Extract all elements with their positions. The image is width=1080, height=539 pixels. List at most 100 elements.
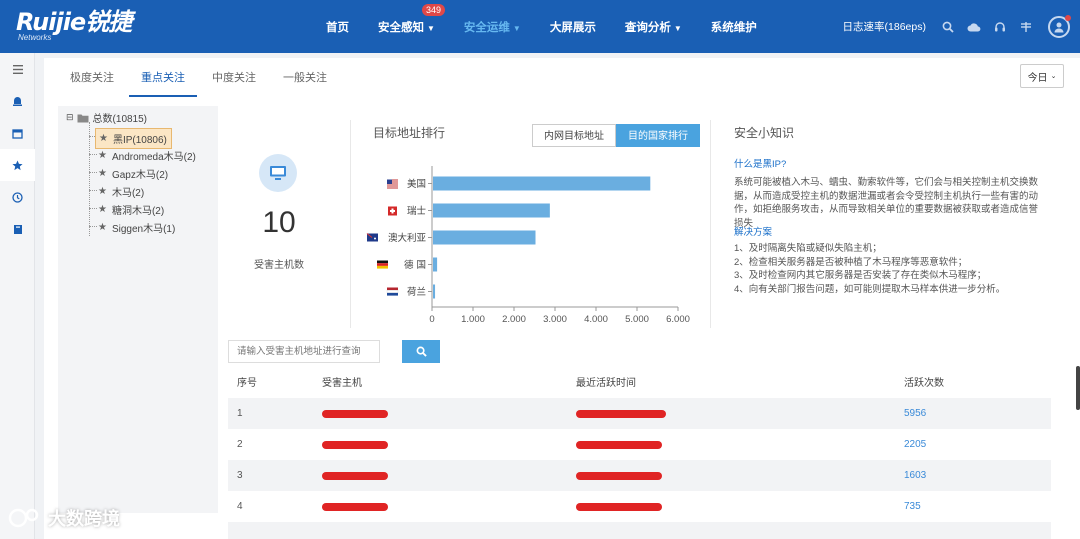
table-row[interactable]: 2 2205 (228, 429, 1051, 460)
active-count-link[interactable]: 735 (904, 501, 921, 512)
bar-澳大利亚 (433, 230, 536, 245)
solution-item: 1、及时隔离失陷或疑似失陷主机； (734, 243, 882, 254)
search-button[interactable] (402, 340, 440, 363)
category-label: 澳大利亚 (388, 232, 427, 244)
tree-node-andromeda[interactable]: ★ Andromeda木马(2) (98, 148, 196, 163)
nav-security-awareness[interactable]: 安全感知 ▼ 349 (378, 3, 446, 35)
victim-host-search-input[interactable] (228, 340, 380, 363)
solution-list: 1、及时隔离失陷或疑似失陷主机； 2、检查相关服务器是否被种植了木马程序等恶意软… (734, 242, 1054, 296)
us-flag-stripe (387, 187, 398, 189)
watermark-logo-icon (8, 508, 39, 528)
tree-node-label: 黑IP(10806) (112, 135, 167, 146)
tree-node-label: Gapz木马(2) (111, 170, 169, 181)
clock-icon[interactable] (0, 181, 35, 213)
victim-host-count: 10 (262, 206, 296, 239)
x-tick-label: 5,000 (625, 314, 649, 322)
active-count-link[interactable]: 2205 (904, 439, 926, 450)
col-active-count[interactable]: 活跃次数 (904, 374, 944, 389)
search-icon (416, 346, 427, 357)
internal-target-button[interactable]: 内网目标地址 (532, 124, 616, 147)
redacted-host (322, 440, 388, 449)
tab-extreme-attention[interactable]: 极度关注 (58, 58, 126, 97)
tip-question-link[interactable]: 什么是黑IP? (734, 156, 786, 170)
menu-icon[interactable] (0, 53, 35, 85)
settings-icon[interactable] (1018, 19, 1034, 35)
nav-system-maintenance[interactable]: 系统维护 (711, 19, 757, 35)
nav-home[interactable]: 首页 (326, 19, 349, 35)
de-flag-stripe (377, 260, 388, 264)
watermark-text: 大数跨境 (48, 509, 120, 529)
nav-home-label: 首页 (326, 21, 349, 34)
table-header: 序号 受害主机 最近活跃时间 活跃次数 (228, 366, 1051, 396)
search-icon[interactable] (940, 19, 956, 35)
x-tick-label: 3,000 (543, 314, 567, 322)
cloud-icon[interactable] (966, 19, 982, 35)
tree-node-trojan[interactable]: ★ 木马(2) (98, 184, 144, 199)
nav-query-analysis-label: 查询分析 (624, 21, 671, 34)
alarm-icon[interactable] (0, 85, 35, 117)
row-no: 3 (237, 470, 243, 481)
x-tick-label: 2,000 (502, 314, 526, 322)
tab-moderate-attention[interactable]: 中度关注 (200, 58, 268, 97)
nav-security-ops-label: 安全运维 (463, 21, 510, 34)
table-row[interactable]: 4 735 (228, 491, 1051, 522)
star-icon: ★ (98, 186, 107, 197)
tree-node-tangdong[interactable]: ★ 糖洞木马(2) (98, 202, 164, 217)
calendar-icon[interactable] (0, 117, 35, 149)
watermark: 大数跨境 (8, 505, 120, 531)
star-icon[interactable] (0, 149, 35, 181)
user-avatar-icon[interactable] (1048, 14, 1071, 38)
main-nav: 首页 安全感知 ▼ 349 安全运维 ▼ 大屏展示 查询分析 ▼ 系统维护 (326, 0, 786, 53)
tree-node-black-ip[interactable]: ★ 黑IP(10806) (95, 128, 172, 149)
country-rank-button[interactable]: 目的国家排行 (616, 124, 700, 147)
header-tools: 日志速率(186eps) (842, 0, 1071, 53)
tree-node-gapz[interactable]: ★ Gapz木马(2) (98, 166, 168, 181)
nl-flag-stripe (387, 292, 398, 296)
tab-key-attention[interactable]: 重点关注 (129, 58, 197, 97)
active-count-link[interactable]: 5956 (904, 408, 926, 419)
solution-title: 解决方案 (734, 227, 773, 238)
table-row[interactable]: 3 1603 (228, 460, 1051, 491)
attention-level-tabs: 极度关注 重点关注 中度关注 一般关注 (58, 58, 342, 97)
redacted-host (322, 409, 388, 418)
x-tick-label: 4,000 (584, 314, 608, 322)
active-count-link[interactable]: 1603 (904, 470, 926, 481)
nav-security-ops[interactable]: 安全运维 ▼ (464, 19, 521, 35)
monitor-icon (259, 154, 297, 192)
au-flag-star (374, 237, 376, 240)
table-row[interactable] (228, 522, 1051, 539)
log-rate: 日志速率(186eps) (842, 21, 926, 33)
tree-connector (89, 172, 97, 173)
chart-view-toggle: 内网目标地址 目的国家排行 (532, 124, 700, 147)
tree-connector (89, 226, 97, 227)
collapse-icon[interactable]: ⊟ (66, 112, 74, 123)
tree-node-siggen[interactable]: ★ Siggen木马(1) (98, 220, 175, 235)
table-row[interactable]: 1 5956 (228, 398, 1051, 429)
tree-connector (89, 190, 97, 191)
nav-query-analysis[interactable]: 查询分析 ▼ (625, 19, 682, 35)
x-tick-label: 0 (429, 314, 434, 322)
de-flag-stripe (377, 265, 388, 269)
x-tick-label: 1,000 (461, 314, 485, 322)
date-range-select[interactable]: 今日 ⌄ (1020, 64, 1064, 88)
row-no: 4 (237, 501, 243, 512)
ruijie-logo[interactable]: Ruijie锐捷 Networks (16, 10, 156, 44)
bar-荷兰 (433, 284, 436, 299)
tree-connector (89, 208, 97, 209)
folder-icon (77, 114, 89, 122)
book-icon[interactable] (0, 213, 35, 245)
row-no: 1 (237, 408, 243, 419)
tree-connector (89, 154, 97, 155)
page-scrollbar[interactable] (1076, 366, 1080, 410)
headset-icon[interactable] (992, 19, 1008, 35)
nav-big-screen[interactable]: 大屏展示 (550, 19, 596, 35)
de-flag-stripe (377, 263, 388, 266)
tab-general-attention[interactable]: 一般关注 (271, 58, 339, 97)
tree-root[interactable]: ⊟ 总数(10815) (66, 110, 147, 125)
threat-tree: ⊟ 总数(10815) ★ 黑IP(10806) ★ Andromeda木马(2) … (58, 106, 218, 513)
tree-node-label: 木马(2) (111, 188, 145, 199)
star-icon: ★ (99, 133, 108, 144)
redacted-time (576, 409, 666, 418)
security-tips-title: 安全小知识 (734, 126, 795, 140)
brand-name: Ruijie锐捷 (16, 8, 132, 36)
